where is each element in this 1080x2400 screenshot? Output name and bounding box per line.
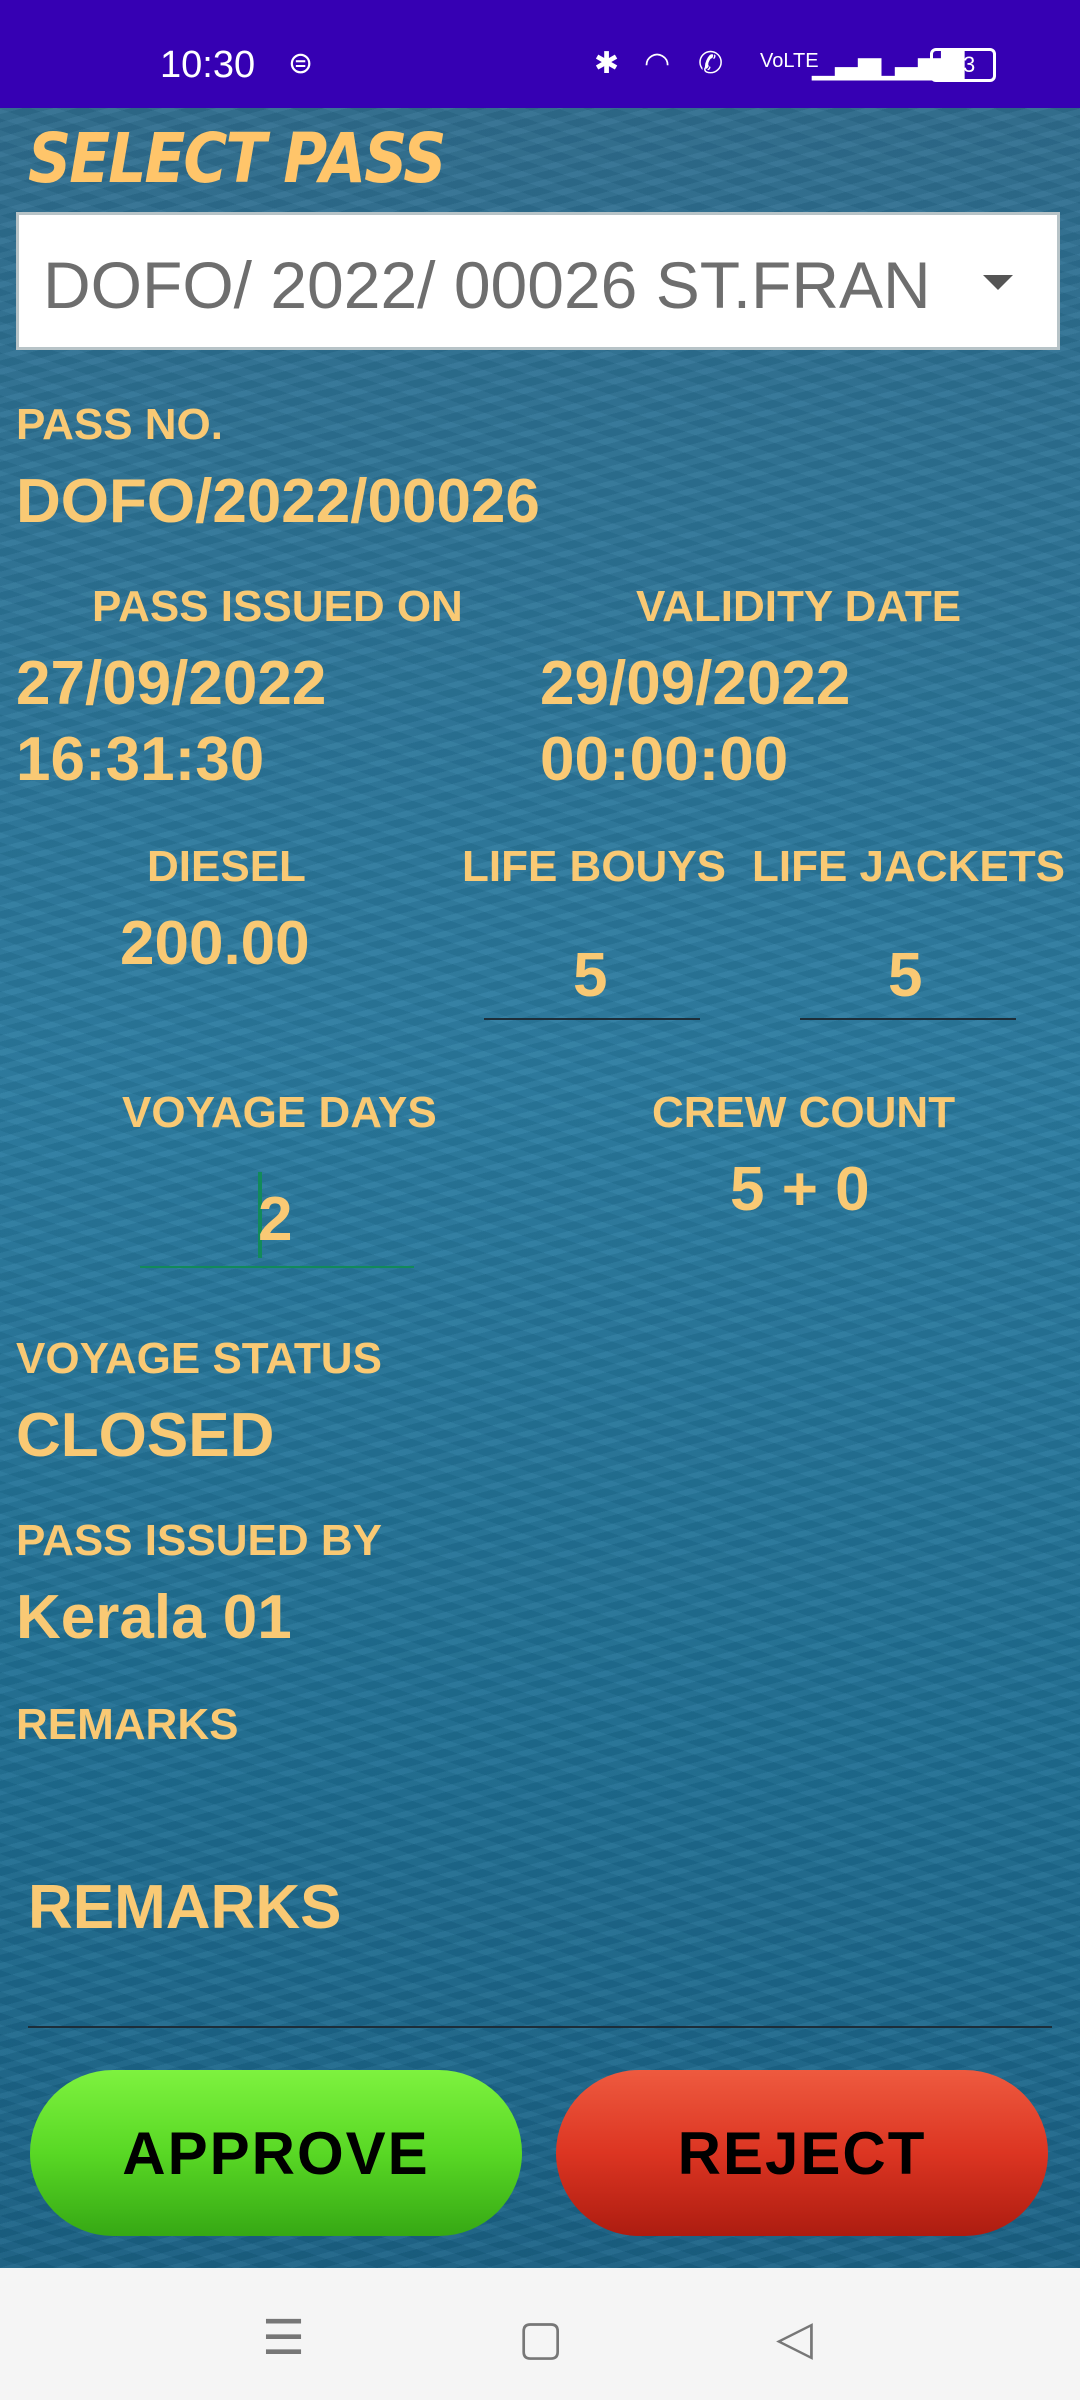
life-bouys-label: LIFE BOUYS — [462, 842, 727, 891]
issued-on-time: 16:31:30 — [16, 725, 265, 794]
remarks-label: REMARKS — [16, 1700, 239, 1749]
page-title: SELECT PASS — [28, 118, 446, 200]
reject-button-label: REJECT — [677, 2119, 927, 2187]
battery-icon: 93 — [930, 48, 996, 82]
voyage-status-value: CLOSED — [16, 1401, 275, 1470]
remarks-input[interactable]: REMARKS — [28, 1872, 341, 1943]
battery-level: 93 — [950, 52, 976, 77]
signal-icon: ▁▃▅ — [812, 47, 882, 80]
home-icon[interactable]: ▢ — [518, 2310, 563, 2366]
back-icon[interactable]: ◁ — [776, 2310, 813, 2366]
approve-button[interactable]: APPROVE — [30, 2070, 522, 2236]
issued-on-label: PASS ISSUED ON — [92, 582, 463, 631]
volte-icon: VoLTE — [760, 50, 819, 72]
pass-select-dropdown[interactable]: DOFO/ 2022/ 00026 ST.FRAN — [16, 212, 1060, 350]
pass-no-value: DOFO/2022/00026 — [16, 467, 540, 536]
sim-status-icon: ⊜ — [288, 47, 314, 80]
issued-on-date: 27/09/2022 — [16, 649, 327, 718]
life-bouys-underline — [484, 1018, 700, 1020]
voyage-status-label: VOYAGE STATUS — [16, 1334, 382, 1383]
crew-count-label: CREW COUNT — [652, 1088, 956, 1137]
diesel-value: 200.00 — [120, 909, 310, 978]
validity-date: 29/09/2022 — [540, 649, 851, 718]
diesel-label: DIESEL — [147, 842, 306, 891]
life-jackets-label: LIFE JACKETS — [752, 842, 1065, 891]
wifi-icon: ◠ — [644, 47, 671, 80]
life-jackets-input[interactable]: 5 — [888, 940, 922, 1011]
status-bar: 10:30 ⊜ ✱ ◠ ✆ VoLTE ▁▃▅ ▁▃▅▇ 93 — [0, 0, 1080, 108]
issued-by-label: PASS ISSUED BY — [16, 1516, 382, 1565]
voyage-days-input[interactable]: 2 — [258, 1184, 292, 1255]
clock: 10:30 — [160, 44, 256, 86]
chevron-down-icon[interactable] — [983, 275, 1013, 290]
validity-label: VALIDITY DATE — [636, 582, 962, 631]
voyage-days-underline — [140, 1266, 414, 1268]
approve-button-label: APPROVE — [122, 2119, 430, 2187]
validity-time: 00:00:00 — [540, 725, 789, 794]
reject-button[interactable]: REJECT — [556, 2070, 1048, 2236]
life-bouys-input[interactable]: 5 — [573, 940, 607, 1011]
wifi-calling-icon: ✆ — [698, 47, 724, 80]
pass-no-label: PASS NO. — [16, 400, 224, 449]
crew-count-value: 5 + 0 — [730, 1155, 870, 1224]
remarks-underline — [28, 2026, 1052, 2028]
menu-icon[interactable]: ☰ — [262, 2310, 305, 2366]
pass-select-value: DOFO/ 2022/ 00026 ST.FRAN — [43, 248, 931, 322]
voyage-days-label: VOYAGE DAYS — [122, 1088, 437, 1137]
bluetooth-icon: ✱ — [594, 47, 620, 80]
life-jackets-underline — [800, 1018, 1016, 1020]
issued-by-value: Kerala 01 — [16, 1583, 292, 1652]
system-nav-bar: ☰ ▢ ◁ — [0, 2268, 1080, 2400]
